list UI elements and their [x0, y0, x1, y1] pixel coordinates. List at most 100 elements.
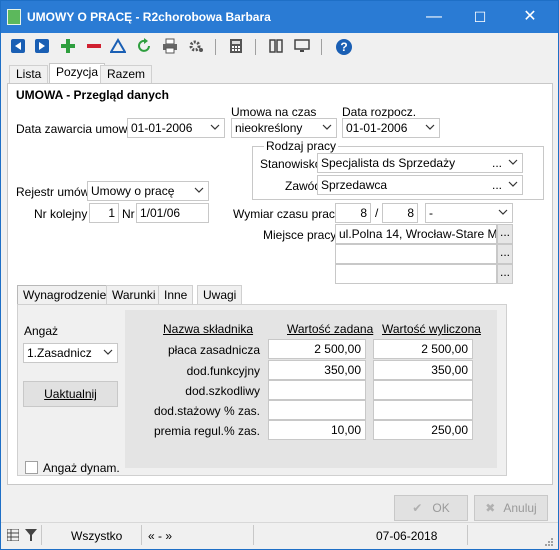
anuluj-button[interactable]: ✖ Anuluj: [474, 495, 548, 521]
cell-wyliczona: 250,00: [373, 420, 473, 440]
cell-wyliczona: 350,00: [373, 360, 473, 380]
status-separator: [467, 525, 468, 545]
toolbar-separator: [255, 39, 256, 55]
back-icon[interactable]: [9, 38, 27, 56]
zawod-ellipsis[interactable]: ...: [492, 176, 502, 194]
cell-wyliczona: [373, 400, 473, 420]
app-icon: [7, 9, 21, 25]
status-separator: [253, 525, 254, 545]
nr-kolejny-field[interactable]: 1: [89, 203, 119, 223]
miejsce-line-2[interactable]: [335, 244, 497, 264]
filter-icon[interactable]: [109, 38, 127, 56]
col-wyliczona-header: Wartość wyliczona: [382, 322, 481, 336]
angaz-dynam-checkbox[interactable]: [25, 461, 38, 474]
wymiar-label: Wymiar czasu pracy: [233, 207, 341, 221]
cell-zadana[interactable]: [268, 380, 366, 400]
calculator-icon[interactable]: [227, 38, 245, 56]
tab-lista[interactable]: Lista: [9, 65, 49, 83]
wymiar-mianownik-field[interactable]: 8: [382, 203, 418, 223]
status-separator: [141, 525, 142, 545]
section-title: UMOWA - Przegląd danych: [16, 88, 169, 102]
angaz-select[interactable]: 1.Zasadnicz: [23, 343, 118, 363]
col-nazwa-header: Nazwa składnika: [163, 322, 254, 336]
miejsce-line-3[interactable]: [335, 264, 497, 284]
cell-wyliczona: 2 500,00: [373, 339, 473, 359]
zawod-select[interactable]: Sprzedawca...: [317, 175, 523, 195]
check-icon: ✔: [412, 501, 423, 515]
miejsce-ellipsis-button-1[interactable]: ...: [497, 224, 513, 244]
umowa-na-czas-label: Umowa na czas: [231, 105, 317, 119]
form-panel: UMOWA - Przegląd danych Umowa na czas Da…: [7, 83, 553, 485]
chevron-down-icon: [322, 124, 332, 130]
delete-icon[interactable]: [85, 38, 103, 56]
window-title: UMOWY O PRACĘ - R2chorobowa Barbara: [27, 10, 271, 24]
status-filter: Wszystko: [71, 529, 123, 543]
cell-zadana[interactable]: 350,00: [268, 360, 366, 380]
monitor-icon[interactable]: [293, 38, 311, 56]
tab-pozycja[interactable]: Pozycja: [49, 63, 106, 83]
row-nazwa: dod.szkodliwy: [185, 384, 260, 398]
data-zawarcia-field[interactable]: 01-01-2006: [127, 118, 225, 138]
data-rozpocz-field[interactable]: 01-01-2006: [342, 118, 440, 138]
main-window: UMOWY O PRACĘ - R2chorobowa Barbara — ☐ …: [0, 0, 559, 550]
maximize-button[interactable]: ☐: [457, 1, 503, 33]
resize-grip-icon[interactable]: [544, 536, 554, 550]
cell-wyliczona: [373, 380, 473, 400]
forward-icon[interactable]: [33, 38, 51, 56]
help-icon[interactable]: ?: [335, 38, 353, 56]
chevron-down-icon: [425, 124, 435, 130]
columns-icon[interactable]: [267, 38, 285, 56]
nr-kolejny-label: Nr kolejny: [34, 207, 88, 221]
cell-zadana[interactable]: 2 500,00: [268, 339, 366, 359]
miejsce-ellipsis-button-3[interactable]: ...: [497, 264, 513, 284]
uaktualnij-button[interactable]: Uaktualnij: [23, 381, 118, 407]
angaz-dynam-label: Angaż dynam.: [43, 461, 120, 475]
tab-wynagrodzenie[interactable]: Wynagrodzenie: [17, 285, 113, 305]
col-zadana-header: Wartość zadana: [287, 322, 374, 336]
stanowisko-ellipsis[interactable]: ...: [492, 154, 502, 172]
tab-inne[interactable]: Inne: [158, 285, 194, 305]
cell-zadana[interactable]: 10,00: [268, 420, 366, 440]
refresh-icon[interactable]: [135, 38, 153, 56]
angaz-label: Angaż: [24, 324, 59, 338]
add-icon[interactable]: [59, 38, 77, 56]
stanowisko-select[interactable]: Specjalista ds Sprzedaży...: [317, 153, 523, 173]
chevron-down-icon: [103, 349, 113, 355]
settings-icon[interactable]: [187, 38, 205, 56]
ok-button[interactable]: ✔ OK: [394, 495, 468, 521]
close-button[interactable]: ✕: [507, 1, 553, 33]
print-icon[interactable]: [161, 38, 179, 56]
toolbar-separator: [215, 39, 216, 55]
row-nazwa: dod.funkcyjny: [186, 364, 260, 378]
cell-zadana[interactable]: [268, 400, 366, 420]
close-icon: ✖: [485, 501, 496, 515]
tab-warunki[interactable]: Warunki: [106, 285, 162, 305]
svg-text:?: ?: [340, 40, 347, 54]
filter-funnel-icon[interactable]: [25, 529, 37, 544]
miejsce-line-1[interactable]: ul.Polna 14, Wrocław-Stare Miasto: [335, 224, 497, 244]
chevron-down-icon: [508, 181, 518, 187]
toolbar-separator: [321, 39, 322, 55]
minimize-button[interactable]: —: [411, 1, 457, 33]
chevron-down-icon: [210, 124, 220, 130]
data-zawarcia-label: Data zawarcia umowy: [16, 122, 134, 136]
row-nazwa: premia regul.% zas.: [153, 424, 260, 438]
nr-field[interactable]: 1/01/06: [136, 203, 209, 223]
wymiar-select[interactable]: -: [425, 203, 513, 223]
stanowisko-label: Stanowisko: [260, 157, 322, 171]
nr-label: Nr: [122, 207, 135, 221]
tab-uwagi[interactable]: Uwagi: [197, 285, 243, 305]
wymiar-slash: /: [375, 206, 379, 220]
miejsce-ellipsis-button-2[interactable]: ...: [497, 244, 513, 264]
wymiar-licznik-field[interactable]: 8: [335, 203, 371, 223]
chevron-down-icon: [498, 209, 508, 215]
umowa-na-czas-select[interactable]: nieokreślony: [231, 118, 337, 138]
tab-razem[interactable]: Razem: [100, 65, 153, 83]
grid-icon[interactable]: [6, 528, 20, 544]
chevron-down-icon: [508, 159, 518, 165]
rejestr-select[interactable]: Umowy o pracę: [87, 181, 209, 201]
main-tabs: Lista Pozycja Razem: [1, 63, 558, 83]
row-nazwa: płaca zasadnicza: [167, 343, 260, 357]
status-bar: Wszystko « - » 07-06-2018: [1, 522, 558, 549]
miejsce-label: Miejsce pracy: [263, 228, 337, 242]
